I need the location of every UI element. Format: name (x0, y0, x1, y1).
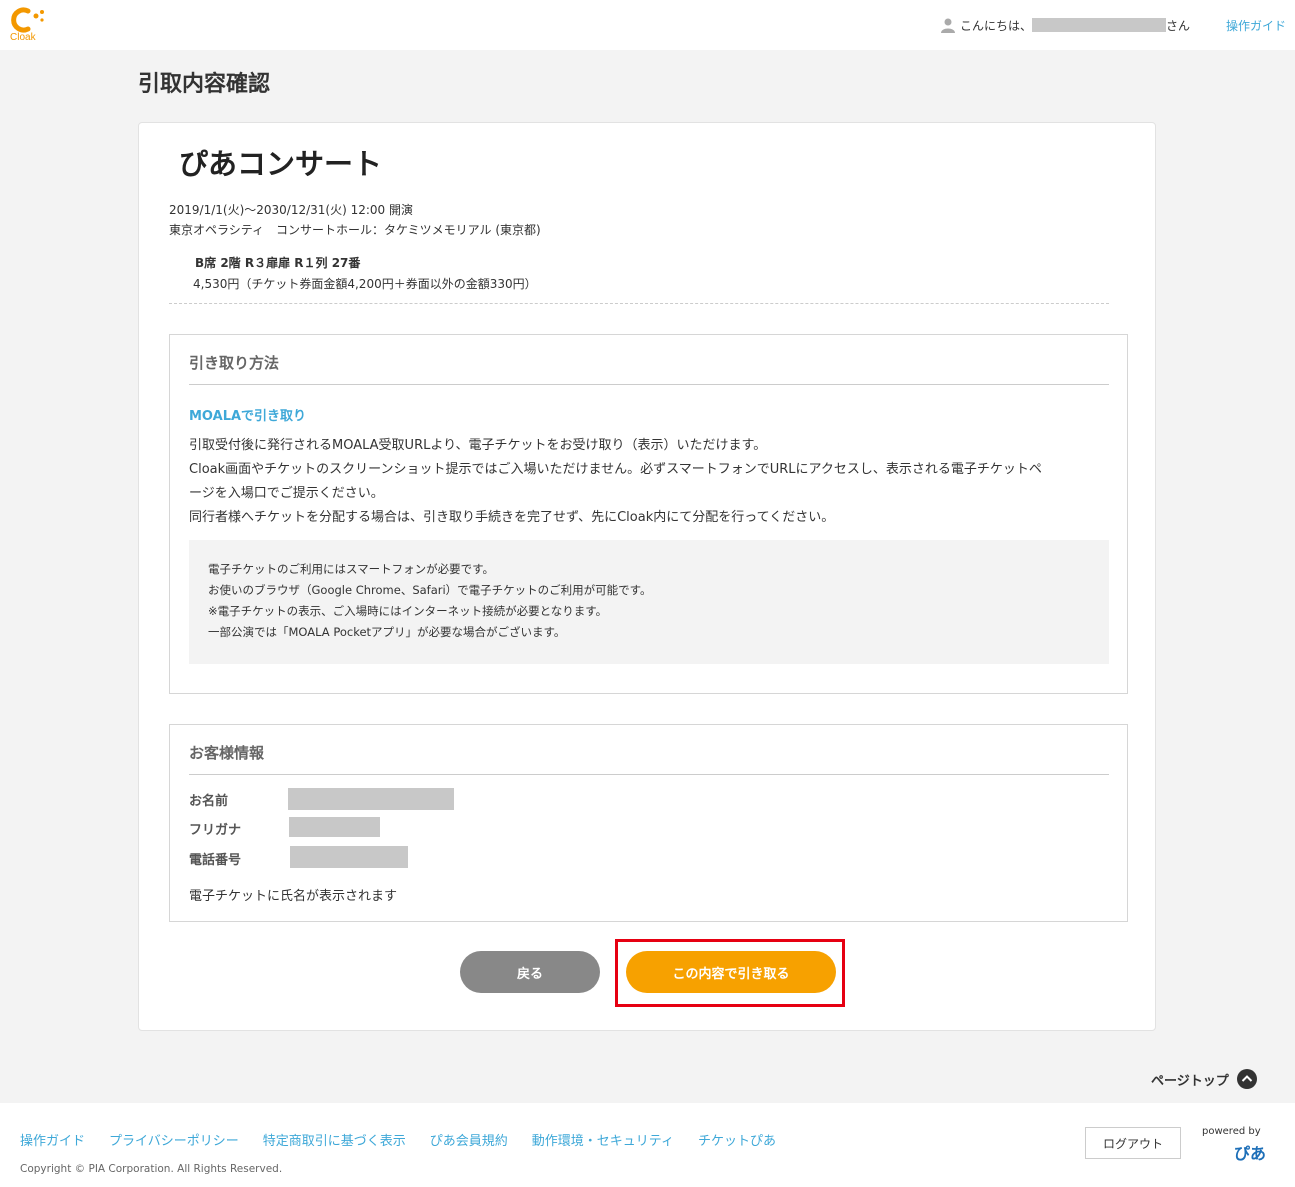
logo-text: Cloak (10, 32, 36, 43)
user-greeting: こんにちは、 さん (940, 16, 1190, 34)
divider (189, 384, 1109, 385)
event-title: ぴあコンサート (179, 147, 383, 181)
notice-line: ※電子チケットの表示、ご入場時にはインターネット接続が必要となります。 (208, 604, 608, 618)
greeting-suffix: さん (1166, 18, 1191, 33)
divider (169, 303, 1109, 304)
logout-button[interactable]: ログアウト (1085, 1127, 1181, 1159)
footer: 操作ガイド プライバシーポリシー 特定商取引に基づく表示 ぴあ会員規約 動作環境… (0, 1103, 1295, 1187)
header: Cloak こんにちは、 さん 操作ガイド (0, 0, 1295, 50)
customer-info-box: お客様情報 お名前 フリガナ 電話番号 電子チケットに氏名が表示されます (169, 724, 1128, 922)
footer-link-ticket-pia[interactable]: チケットぴあ (698, 1130, 776, 1149)
event-venue: 東京オペラシティ コンサートホール：タケミツメモリアル (東京都) (169, 223, 541, 237)
user-name-masked (1032, 18, 1167, 32)
notice-line: 一部公演では「MOALA Pocketアプリ」が必要な場合がございます。 (208, 625, 566, 639)
seat-info: B席 2階 R３扉扉 R１列 27番 (195, 256, 361, 270)
user-icon (941, 18, 955, 33)
pickup-heading: 引き取り方法 (189, 354, 280, 372)
cloak-logo-icon (11, 7, 44, 33)
copyright: Copyright © PIA Corporation. All Rights … (20, 1163, 283, 1175)
pickup-text-line: 引取受付後に発行されるMOALA受取URLより、電子チケットをお受け取り（表示）… (189, 438, 767, 453)
back-button[interactable]: 戻る (460, 951, 600, 993)
event-date: 2019/1/1(火)〜2030/12/31(火) 12:00 開演 (169, 203, 413, 217)
pickup-method-name: MOALAで引き取り (189, 409, 307, 424)
phone-label: 電話番号 (189, 853, 242, 868)
confirm-pickup-button[interactable]: この内容で引き取る (626, 951, 836, 993)
footer-links: 操作ガイド プライバシーポリシー 特定商取引に基づく表示 ぴあ会員規約 動作環境… (20, 1130, 800, 1149)
cloak-logo[interactable]: Cloak (8, 6, 54, 46)
footer-link-terms[interactable]: ぴあ会員規約 (430, 1130, 508, 1149)
footer-link-privacy[interactable]: プライバシーポリシー (109, 1130, 239, 1149)
footer-link-environment[interactable]: 動作環境・セキュリティ (532, 1130, 674, 1149)
pickup-method-box: 引き取り方法 MOALAで引き取り 引取受付後に発行されるMOALA受取URLよ… (169, 334, 1128, 694)
page-top-label: ページトップ (1151, 1073, 1229, 1089)
kana-value-masked (289, 817, 380, 837)
pia-logo[interactable]: ぴあ (1234, 1140, 1266, 1164)
kana-label: フリガナ (189, 823, 242, 838)
powered-by: powered by (1202, 1126, 1261, 1137)
page-top-link[interactable]: ページトップ (1151, 1069, 1257, 1089)
customer-note: 電子チケットに氏名が表示されます (189, 889, 398, 904)
name-label: お名前 (189, 794, 229, 809)
confirmation-card: ぴあコンサート 2019/1/1(火)〜2030/12/31(火) 12:00 … (138, 122, 1156, 1031)
notice-line: 電子チケットのご利用にはスマートフォンが必要です。 (208, 562, 495, 576)
notice-line: お使いのブラウザ（Google Chrome、Safari）で電子チケットのご利… (208, 583, 652, 597)
page-title: 引取内容確認 (138, 72, 271, 97)
pickup-text-line: 同行者様へチケットを分配する場合は、引き取り手続きを完了せず、先にCloak内に… (189, 510, 835, 525)
chevron-up-circle-icon (1236, 1069, 1257, 1089)
price-info: 4,530円（チケット券面金額4,200円＋券面以外の金額330円） (193, 277, 537, 291)
divider (189, 774, 1109, 775)
notice-box: 電子チケットのご利用にはスマートフォンが必要です。 お使いのブラウザ（Googl… (189, 540, 1109, 664)
pickup-text-line: ージを入場口でご提示ください。 (189, 486, 384, 501)
footer-link-commerce-law[interactable]: 特定商取引に基づく表示 (263, 1130, 406, 1149)
phone-value-masked (290, 846, 408, 868)
header-guide-link[interactable]: 操作ガイド (1226, 17, 1286, 34)
name-value-masked (288, 788, 454, 810)
footer-link-guide[interactable]: 操作ガイド (20, 1130, 85, 1149)
customer-heading: お客様情報 (189, 744, 265, 762)
pickup-text-line: Cloak画面やチケットのスクリーンショット提示ではご入場いただけません。必ずス… (189, 462, 1042, 477)
greeting-prefix: こんにちは、 (960, 18, 1033, 33)
